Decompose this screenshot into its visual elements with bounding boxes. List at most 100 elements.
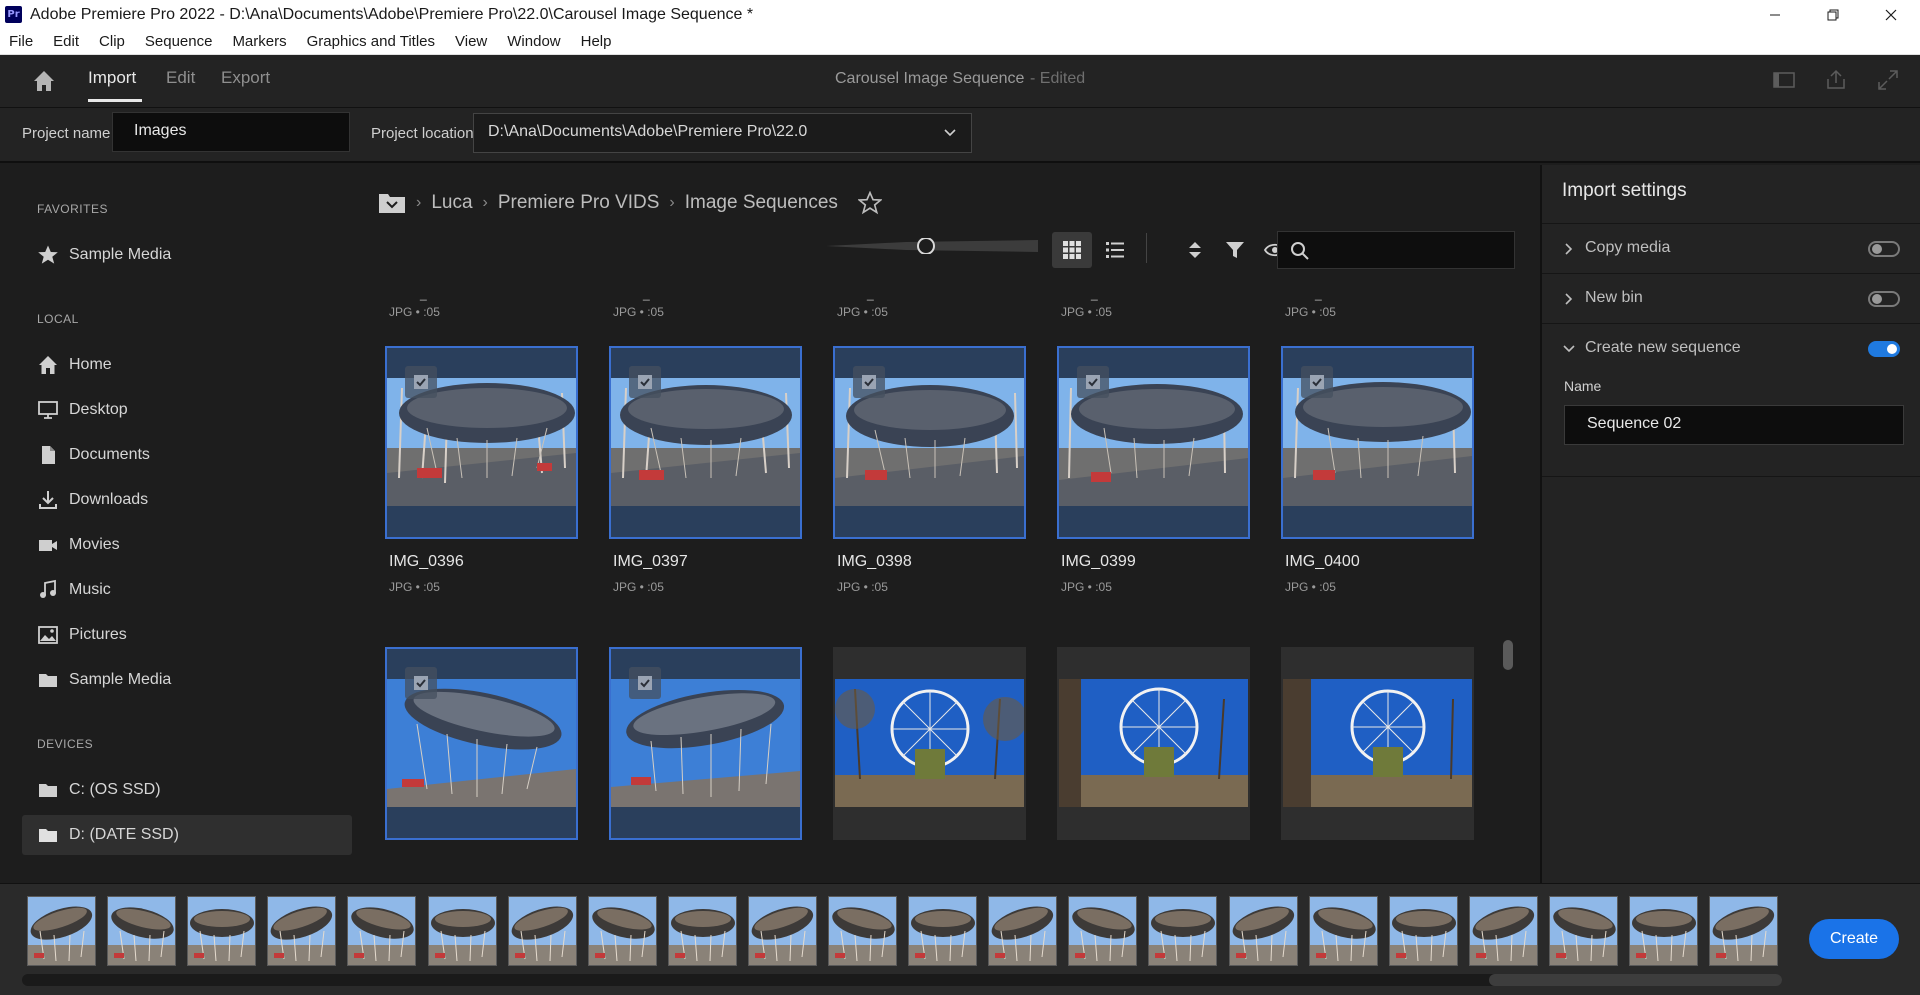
sidebar-item-documents[interactable]: Documents	[22, 435, 352, 475]
project-location-select[interactable]: D:\Ana\Documents\Adobe\Premiere Pro\22.0	[473, 113, 972, 153]
filmstrip-thumbnail[interactable]	[427, 896, 497, 966]
checkbox-checked[interactable]	[629, 667, 661, 699]
list-icon	[1106, 242, 1124, 258]
sidebar-item-music[interactable]: Music	[22, 570, 352, 610]
filmstrip-thumbnail[interactable]	[1388, 896, 1458, 966]
tab-import[interactable]: Import	[88, 68, 136, 88]
checkbox-checked[interactable]	[853, 366, 885, 398]
breadcrumb-item[interactable]: Image Sequences	[685, 192, 838, 214]
filmstrip-thumbnail[interactable]	[988, 896, 1058, 966]
media-card[interactable]	[1281, 346, 1474, 539]
thumbnail-size-slider[interactable]	[826, 238, 1038, 254]
checkbox-checked[interactable]	[405, 366, 437, 398]
menu-markers[interactable]: Markers	[222, 33, 296, 50]
tab-edit[interactable]: Edit	[166, 68, 195, 88]
panel-layout-icon[interactable]	[1771, 67, 1797, 93]
fullscreen-icon[interactable]	[1875, 67, 1901, 93]
media-card[interactable]	[609, 647, 802, 840]
sidebar-item-pictures[interactable]: Pictures	[22, 615, 352, 655]
media-card[interactable]	[833, 346, 1026, 539]
sidebar-item-drive-c[interactable]: C: (OS SSD)	[22, 770, 352, 810]
filmstrip-thumbnail[interactable]	[747, 896, 817, 966]
vertical-scrollbar[interactable]	[1503, 640, 1513, 670]
breadcrumb-item[interactable]: Luca	[431, 192, 472, 214]
media-card[interactable]	[833, 647, 1026, 840]
filmstrip-thumbnail[interactable]	[1228, 896, 1298, 966]
menu-bar: File Edit Clip Sequence Markers Graphics…	[0, 29, 1920, 55]
home-icon[interactable]	[30, 67, 58, 95]
menu-help[interactable]: Help	[571, 33, 622, 50]
horizontal-scrollbar[interactable]	[22, 974, 1782, 986]
filmstrip-thumbnail[interactable]	[1148, 896, 1218, 966]
sidebar-item-downloads[interactable]: Downloads	[22, 480, 352, 520]
filmstrip-thumbnail[interactable]	[107, 896, 177, 966]
project-name-input[interactable]: Images	[112, 112, 350, 152]
filter-button[interactable]	[1215, 232, 1255, 268]
tab-export[interactable]: Export	[221, 68, 270, 88]
menu-clip[interactable]: Clip	[89, 33, 135, 50]
filmstrip-thumbnail[interactable]	[347, 896, 417, 966]
sidebar-item-movies[interactable]: Movies	[22, 525, 352, 565]
star-outline-icon[interactable]	[857, 191, 882, 215]
menu-graphics-and-titles[interactable]: Graphics and Titles	[297, 33, 445, 50]
sort-button[interactable]	[1175, 232, 1215, 268]
sequence-name-input[interactable]: Sequence 02	[1564, 405, 1904, 445]
picture-icon	[37, 624, 59, 646]
toggle-knob	[1872, 294, 1882, 304]
menu-sequence[interactable]: Sequence	[135, 33, 223, 50]
menu-view[interactable]: View	[445, 33, 497, 50]
filmstrip-thumbnail[interactable]	[908, 896, 978, 966]
filmstrip-thumbnail[interactable]	[507, 896, 577, 966]
edited-status: - Edited	[1030, 70, 1086, 87]
filmstrip-thumbnail[interactable]	[1629, 896, 1698, 966]
close-button[interactable]	[1862, 0, 1920, 29]
media-card[interactable]	[1057, 647, 1250, 840]
filmstrip-thumbnail[interactable]	[828, 896, 897, 966]
media-card[interactable]	[1057, 346, 1250, 539]
filmstrip-thumbnail[interactable]	[667, 896, 737, 966]
menu-file[interactable]: File	[0, 33, 43, 50]
minimize-button[interactable]	[1746, 0, 1804, 29]
menu-edit[interactable]: Edit	[43, 33, 89, 50]
search-input[interactable]	[1277, 231, 1515, 269]
filmstrip-thumbnail[interactable]	[1068, 896, 1138, 966]
checkbox-checked[interactable]	[629, 366, 661, 398]
filmstrip-thumbnail[interactable]	[1709, 896, 1779, 966]
create-sequence-toggle[interactable]	[1868, 341, 1900, 357]
filmstrip-thumbnail[interactable]	[27, 896, 96, 966]
checkbox-checked[interactable]	[1077, 366, 1109, 398]
new-bin-toggle[interactable]	[1868, 291, 1900, 307]
media-card[interactable]	[385, 346, 578, 539]
media-card[interactable]	[1281, 647, 1474, 840]
scrollbar-thumb[interactable]	[1489, 974, 1782, 986]
create-button[interactable]: Create	[1809, 919, 1899, 959]
new-bin-row[interactable]: New bin	[1542, 273, 1920, 323]
copy-media-row[interactable]: Copy media	[1542, 223, 1920, 273]
breadcrumb-item[interactable]: Premiere Pro VIDS	[498, 192, 660, 214]
sidebar-item-sample-media[interactable]: Sample Media	[22, 660, 352, 700]
filmstrip-thumbnail[interactable]	[267, 896, 337, 966]
copy-media-toggle[interactable]	[1868, 241, 1900, 257]
grid-view-button[interactable]	[1052, 232, 1092, 268]
checkbox-checked[interactable]	[1301, 366, 1333, 398]
folder-dropdown-icon[interactable]	[378, 191, 406, 215]
sidebar-item-home[interactable]: Home	[22, 345, 352, 385]
sidebar-item-drive-d[interactable]: D: (DATE SSD)	[22, 815, 352, 855]
restore-button[interactable]	[1804, 0, 1862, 29]
filmstrip-thumbnail[interactable]	[187, 896, 257, 966]
filmstrip-thumbnail[interactable]	[1548, 896, 1618, 966]
chevron-down-icon[interactable]	[1562, 342, 1576, 356]
sidebar-item-desktop[interactable]: Desktop	[22, 390, 352, 430]
checkbox-checked[interactable]	[405, 667, 437, 699]
media-card[interactable]	[609, 346, 802, 539]
filmstrip-thumbnail[interactable]	[587, 896, 657, 966]
filmstrip-thumbnail[interactable]	[1308, 896, 1378, 966]
list-view-button[interactable]	[1095, 232, 1135, 268]
sidebar-item-label: Pictures	[69, 626, 127, 643]
media-card[interactable]	[385, 647, 578, 840]
filmstrip-thumbnail[interactable]	[1468, 896, 1538, 966]
share-icon[interactable]	[1823, 67, 1849, 93]
sidebar-item-label: Downloads	[69, 491, 149, 508]
menu-window[interactable]: Window	[497, 33, 570, 50]
sidebar-item-favorite-sample-media[interactable]: Sample Media	[22, 235, 352, 275]
